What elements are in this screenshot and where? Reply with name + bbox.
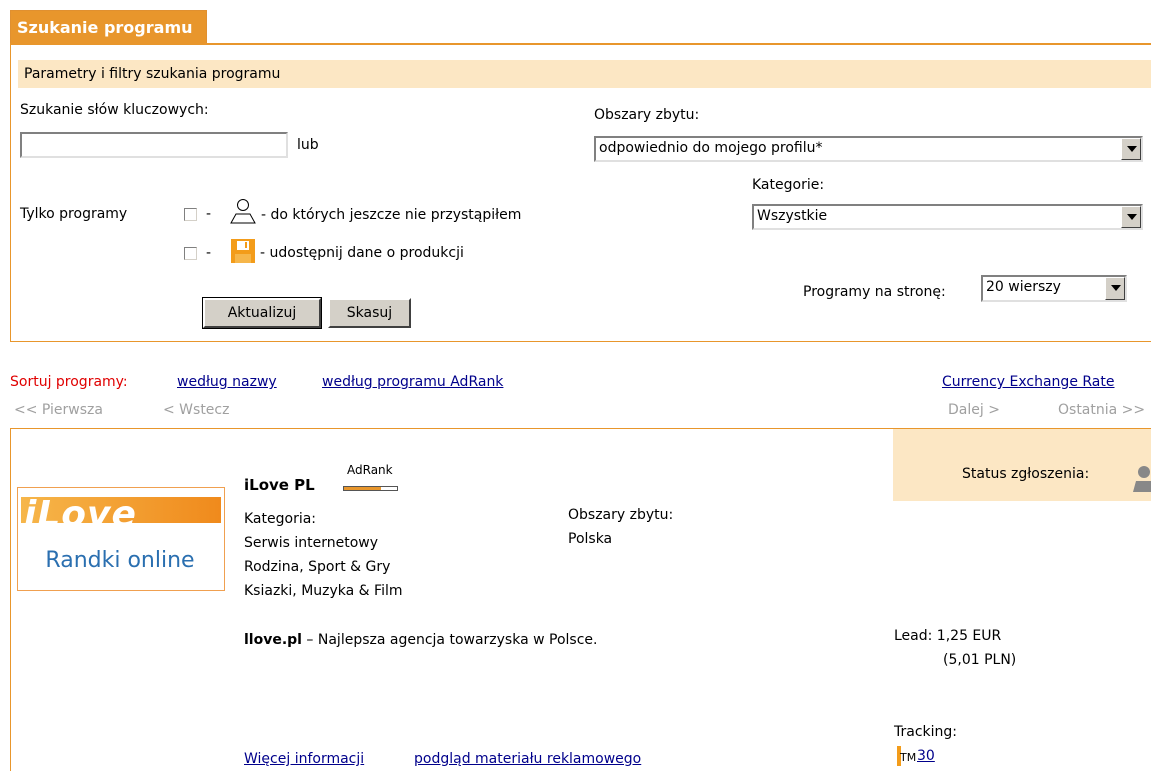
- category-select-value: Wszystkie: [757, 208, 828, 224]
- keywords-label: Szukanie słów kluczowych:: [20, 102, 209, 118]
- search-panel: [10, 45, 1151, 342]
- category-select[interactable]: Wszystkie: [752, 204, 1143, 230]
- areas-label: Obszary zbytu:: [594, 107, 700, 123]
- chevron-down-icon[interactable]: [1121, 138, 1141, 160]
- sort-by-name-link[interactable]: według nazwy: [177, 374, 277, 390]
- adrank-label: AdRank: [347, 463, 393, 477]
- panel-subheader: Parametry i filtry szukania programu: [18, 60, 1151, 88]
- filter1-dash: -: [206, 206, 212, 222]
- adrank-bar: [343, 486, 398, 491]
- category-item: Serwis internetowy: [244, 535, 378, 551]
- listing-border-left: [10, 428, 11, 771]
- program-areas-label: Obszary zbytu:: [568, 507, 674, 523]
- keywords-input[interactable]: [20, 132, 288, 158]
- chevron-down-icon[interactable]: [1121, 206, 1141, 228]
- category-item: Ksiazki, Muzyka & Film: [244, 583, 403, 599]
- lead-pln: (5,01 PLN): [943, 652, 1017, 668]
- pager-last[interactable]: Ostatnia >>: [1058, 402, 1145, 418]
- status-label: Status zgłoszenia:: [962, 466, 1090, 482]
- per-page-select-value: 20 wierszy: [986, 279, 1061, 295]
- category-label: Kategorie:: [752, 177, 825, 193]
- person-status-icon: [1133, 464, 1151, 492]
- areas-select-value: odpowiednio do mojego profilu*: [599, 140, 823, 156]
- category-heading: Kategoria:: [244, 511, 317, 527]
- share-data-checkbox[interactable]: [184, 247, 197, 260]
- tracking-days-link[interactable]: 30: [917, 748, 935, 764]
- sort-by-adrank-link[interactable]: według programu AdRank: [322, 374, 503, 390]
- only-programs-label: Tylko programy: [20, 206, 128, 222]
- not-joined-checkbox[interactable]: [184, 208, 197, 221]
- pager-prev[interactable]: < Wstecz: [163, 402, 229, 418]
- reset-button[interactable]: Skasuj: [328, 298, 411, 328]
- more-info-link[interactable]: Więcej informacji: [244, 751, 364, 767]
- per-page-select[interactable]: 20 wierszy: [981, 275, 1127, 302]
- filter2-dash: -: [206, 245, 212, 261]
- pager-next[interactable]: Dalej >: [948, 402, 1000, 418]
- program-site: llove.pl: [244, 632, 302, 648]
- preview-link[interactable]: podgląd materiału reklamowego: [414, 751, 641, 767]
- update-button[interactable]: Aktualizuj: [202, 297, 322, 329]
- lead-value: Lead: 1,25 EUR: [894, 628, 1002, 644]
- program-name: iLove PL: [244, 476, 315, 494]
- tab-title: Szukanie programu: [10, 10, 207, 43]
- areas-select[interactable]: odpowiednio do mojego profilu*: [594, 136, 1143, 162]
- floppy-disk-icon: [231, 239, 255, 263]
- program-description-text: – Najlepsza agencja towarzyska w Polsce.: [301, 632, 598, 648]
- per-page-label: Programy na stronę:: [803, 284, 946, 300]
- chevron-down-icon[interactable]: [1105, 277, 1125, 300]
- person-outline-icon: [230, 197, 256, 225]
- or-label: lub: [297, 137, 319, 153]
- sort-label: Sortuj programy:: [10, 374, 128, 390]
- program-areas-value: Polska: [568, 531, 613, 547]
- tracking-tm: TM: [900, 751, 917, 764]
- filter2-text: - udostępnij dane o produkcji: [260, 245, 464, 261]
- adrank-fill: [344, 487, 382, 490]
- logo-sub-text: Randki online: [45, 548, 195, 573]
- tracking-label: Tracking:: [894, 724, 957, 740]
- program-logo[interactable]: iLove Randki online: [17, 487, 225, 591]
- category-item: Rodzina, Sport & Gry: [244, 559, 391, 575]
- status-box: [893, 429, 1151, 501]
- program-description: llove.pl – Najlepsza agencja towarzyska …: [244, 632, 597, 648]
- logo-main-text: iLove: [24, 494, 137, 535]
- pager-first[interactable]: << Pierwsza: [14, 402, 103, 418]
- currency-exchange-link[interactable]: Currency Exchange Rate: [942, 374, 1114, 390]
- filter1-text: - do których jeszcze nie przystąpiłem: [261, 207, 522, 223]
